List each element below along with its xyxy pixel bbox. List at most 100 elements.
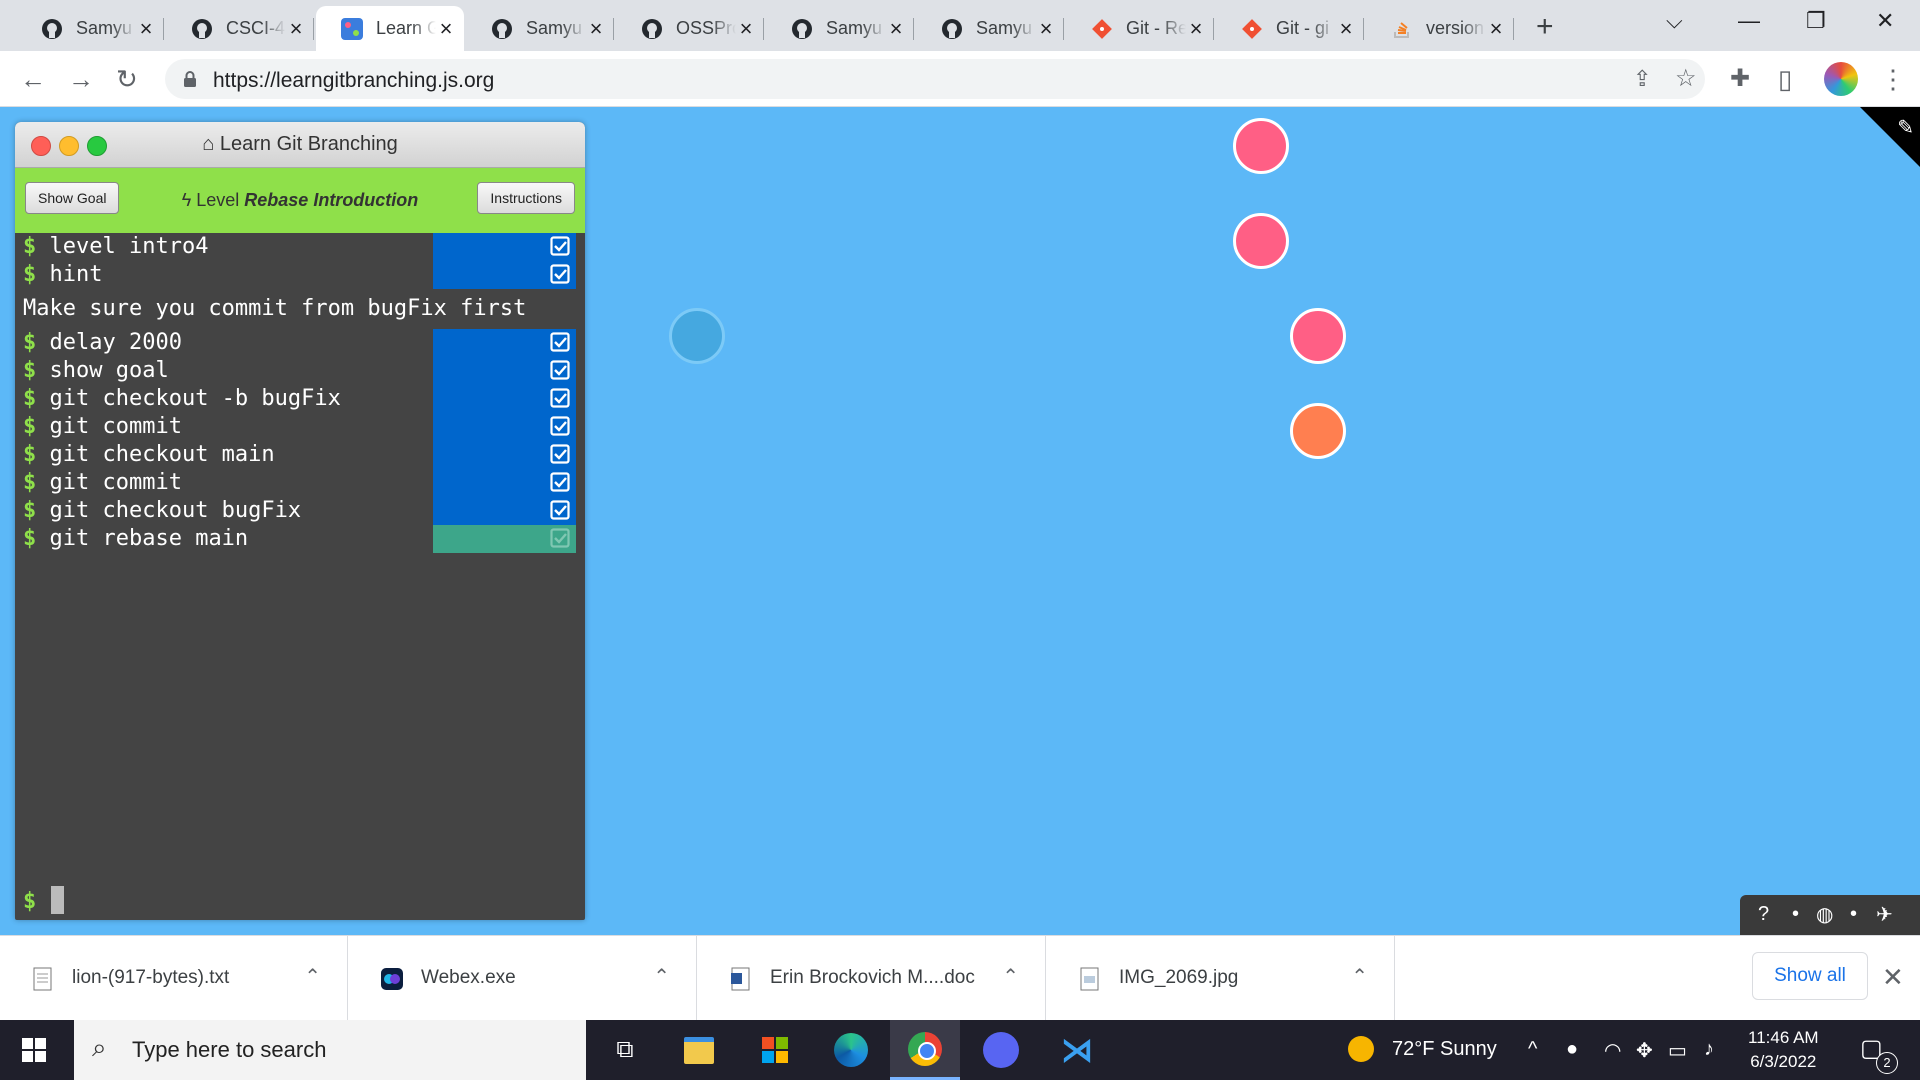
url-text[interactable]: https://learngitbranching.js.org xyxy=(213,69,494,93)
command-row: $ level intro4 xyxy=(15,233,585,261)
reload-icon[interactable]: ↻ xyxy=(116,64,138,95)
command-text: show goal xyxy=(49,358,169,383)
menu-kebab-icon[interactable]: ⋮ xyxy=(1880,64,1906,95)
side-panel-icon[interactable]: ▯ xyxy=(1778,64,1792,95)
download-item[interactable]: IMG_2069.jpg ⌃ xyxy=(1047,936,1395,1021)
tab-title: Samyu xyxy=(76,18,133,38)
commit-node[interactable] xyxy=(1233,118,1289,174)
vscode-icon[interactable]: ⋊ xyxy=(1042,1020,1112,1080)
tab-close-icon[interactable]: × xyxy=(1336,16,1356,42)
tab[interactable]: Samyu × xyxy=(766,6,914,51)
tab-close-icon[interactable]: × xyxy=(736,16,756,42)
stackoverflow-icon xyxy=(1390,17,1414,41)
tab-separator xyxy=(1363,18,1364,40)
commit-node[interactable] xyxy=(1233,213,1289,269)
checkbox-checked-icon xyxy=(550,360,570,380)
download-shelf: lion-(917-bytes).txt ⌃ Webex.exe ⌃ Erin Broc… xyxy=(0,935,1920,1021)
command-row: $ git checkout bugFix xyxy=(15,497,585,525)
help-icon[interactable]: ? xyxy=(1758,903,1769,926)
close-window-button[interactable]: ✕ xyxy=(1876,8,1894,34)
ghost-commit-node xyxy=(669,308,725,364)
command-status xyxy=(433,441,576,469)
command-status xyxy=(433,261,576,289)
show-all-button[interactable]: Show all xyxy=(1752,952,1868,1000)
clock[interactable]: 11:46 AM 6/3/2022 xyxy=(1748,1026,1819,1074)
bolt-icon: ϟ xyxy=(181,190,192,210)
tab[interactable]: Samyu × xyxy=(916,6,1064,51)
chevron-up-icon[interactable]: ⌃ xyxy=(1351,964,1368,989)
tab[interactable]: CSCI-4 × xyxy=(166,6,314,51)
wifi-icon[interactable]: ◠ xyxy=(1604,1038,1621,1063)
bookmark-star-icon[interactable]: ☆ xyxy=(1675,64,1697,93)
commit-node[interactable] xyxy=(1290,403,1346,459)
microphone-icon[interactable]: ● xyxy=(1566,1038,1578,1061)
dropbox-icon[interactable]: ✥ xyxy=(1636,1038,1653,1063)
globe-icon[interactable]: ◍ xyxy=(1816,902,1833,927)
chevron-up-icon[interactable]: ⌃ xyxy=(304,964,321,989)
discord-icon[interactable] xyxy=(966,1020,1036,1080)
github-corner-icon[interactable]: ✎ xyxy=(1897,115,1914,140)
chevron-up-icon[interactable]: ⌃ xyxy=(1002,964,1019,989)
tab-active[interactable]: Learn G × xyxy=(316,6,464,51)
tab-close-icon[interactable]: × xyxy=(1186,16,1206,42)
instructions-button[interactable]: Instructions xyxy=(477,182,575,214)
restore-button[interactable]: ❐ xyxy=(1806,8,1826,34)
tab[interactable]: Git - gi × xyxy=(1216,6,1364,51)
address-bar[interactable]: https://learngitbranching.js.org ⇪ ☆ xyxy=(165,59,1705,99)
word-doc-icon xyxy=(731,967,750,991)
minimize-button[interactable]: — xyxy=(1738,8,1760,34)
new-tab-button[interactable]: + xyxy=(1536,10,1554,44)
tab-close-icon[interactable]: × xyxy=(436,16,456,42)
command-status xyxy=(433,497,576,525)
tab-close-icon[interactable]: × xyxy=(886,16,906,42)
tab-close-icon[interactable]: × xyxy=(1036,16,1056,42)
tab-search-chevron-icon[interactable]: ⌵ xyxy=(1666,8,1683,34)
download-filename: Erin Brockovich M....doc xyxy=(770,967,975,988)
tab-close-icon[interactable]: × xyxy=(586,16,606,42)
twitter-icon[interactable]: ✈ xyxy=(1876,902,1893,927)
forward-icon[interactable]: → xyxy=(68,64,94,95)
window-titlebar: ⌂ Learn Git Branching xyxy=(15,122,585,168)
taskbar-search[interactable]: ⌕ Type here to search xyxy=(74,1020,586,1080)
checkbox-checked-icon xyxy=(550,416,570,436)
tab[interactable]: OSSPro × xyxy=(616,6,764,51)
share-icon[interactable]: ⇪ xyxy=(1633,66,1651,92)
battery-icon[interactable]: ▭ xyxy=(1668,1038,1687,1063)
prompt-symbol: $ xyxy=(23,526,37,551)
volume-muted-icon[interactable]: ♪ xyxy=(1704,1038,1714,1061)
download-item[interactable]: lion-(917-bytes).txt ⌃ xyxy=(0,936,348,1021)
download-item[interactable]: Webex.exe ⌃ xyxy=(349,936,697,1021)
terminal-input[interactable] xyxy=(51,886,64,914)
tray-chevron-icon[interactable]: ^ xyxy=(1528,1038,1537,1061)
tab[interactable]: Samyu × xyxy=(466,6,614,51)
command-row: $ git commit xyxy=(15,413,585,441)
tab[interactable]: Git - Re × xyxy=(1066,6,1214,51)
tab-close-icon[interactable]: × xyxy=(286,16,306,42)
windows-taskbar: ⌕ Type here to search ⧉ ⋊ 72°F Sunny ^ ●… xyxy=(0,1020,1920,1080)
github-icon xyxy=(640,17,664,41)
profile-avatar[interactable] xyxy=(1824,62,1858,96)
tab-close-icon[interactable]: × xyxy=(136,16,156,42)
tab[interactable]: version × xyxy=(1366,6,1514,51)
command-status xyxy=(433,525,576,553)
tab[interactable]: Samyu × xyxy=(16,6,164,51)
task-view-icon[interactable]: ⧉ xyxy=(590,1020,660,1080)
commit-node[interactable] xyxy=(1290,308,1346,364)
microsoft-store-icon[interactable] xyxy=(740,1020,810,1080)
chevron-up-icon[interactable]: ⌃ xyxy=(653,964,670,989)
page-canvas: ⌂ Learn Git Branching Show Goal ϟ Level … xyxy=(0,107,1920,935)
extensions-puzzle-icon[interactable]: ✚ xyxy=(1730,64,1750,93)
edge-icon[interactable] xyxy=(816,1020,886,1080)
chrome-icon[interactable] xyxy=(890,1020,960,1080)
command-status xyxy=(433,469,576,497)
back-icon[interactable]: ← xyxy=(20,64,46,95)
windows-start-icon[interactable] xyxy=(22,1038,46,1062)
file-explorer-icon[interactable] xyxy=(664,1020,734,1080)
download-item[interactable]: Erin Brockovich M....doc ⌃ xyxy=(698,936,1046,1021)
tab-close-icon[interactable]: × xyxy=(1486,16,1506,42)
weather-text[interactable]: 72°F Sunny xyxy=(1392,1038,1497,1061)
webex-icon xyxy=(381,968,403,990)
command-row: $ git commit xyxy=(15,469,585,497)
close-shelf-icon[interactable]: ✕ xyxy=(1882,962,1904,993)
command-status xyxy=(433,357,576,385)
